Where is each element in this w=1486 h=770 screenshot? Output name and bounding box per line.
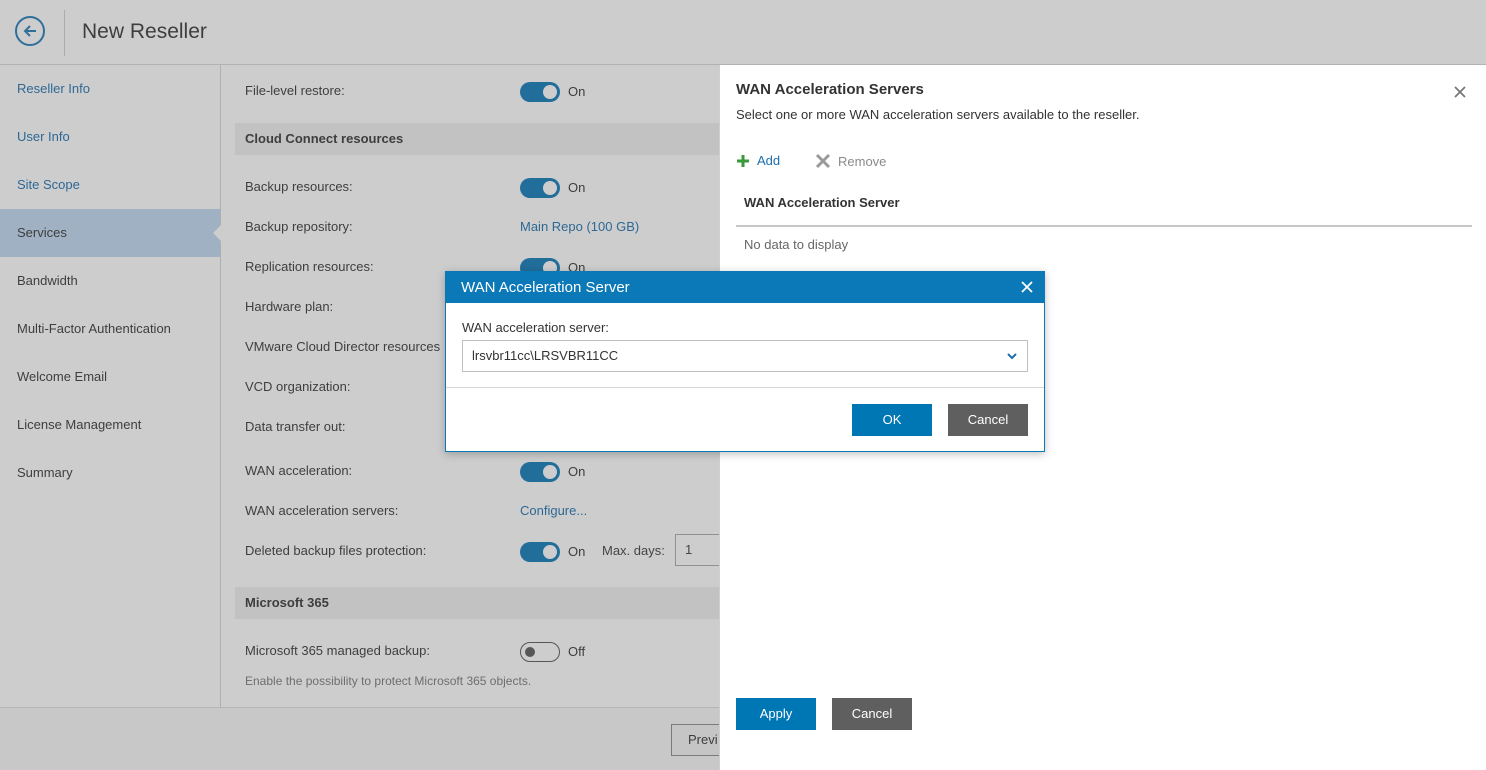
close-icon[interactable] (1451, 83, 1469, 101)
wan-server-select[interactable]: lrsvbr11cc\LRSVBR11CC (462, 340, 1028, 372)
ok-button[interactable]: OK (852, 404, 932, 436)
add-button[interactable]: Add (736, 153, 780, 168)
grid-column-header[interactable]: WAN Acceleration Server (736, 187, 1472, 227)
wan-server-field-label: WAN acceleration server: (462, 320, 609, 335)
grid-empty-message: No data to display (744, 237, 849, 252)
panel-title: WAN Acceleration Servers (736, 81, 924, 98)
dialog-title: WAN Acceleration Server (461, 279, 630, 296)
wan-server-selected-value: lrsvbr11cc\LRSVBR11CC (472, 348, 619, 363)
remove-x-icon (815, 153, 831, 169)
panel-description: Select one or more WAN acceleration serv… (736, 107, 1140, 122)
plus-icon (737, 154, 749, 167)
apply-button[interactable]: Apply (736, 698, 816, 730)
panel-cancel-button[interactable]: Cancel (832, 698, 912, 730)
dialog-separator (446, 387, 1044, 388)
add-label: Add (757, 153, 781, 168)
chevron-down-icon (1007, 353, 1017, 360)
remove-label: Remove (838, 153, 887, 169)
wan-server-dialog: WAN Acceleration Server WAN acceleration… (445, 271, 1045, 452)
dialog-close-icon[interactable] (1020, 280, 1034, 294)
remove-button[interactable]: Remove (815, 153, 886, 169)
dialog-titlebar: WAN Acceleration Server (446, 272, 1044, 303)
dialog-cancel-button[interactable]: Cancel (948, 404, 1028, 436)
